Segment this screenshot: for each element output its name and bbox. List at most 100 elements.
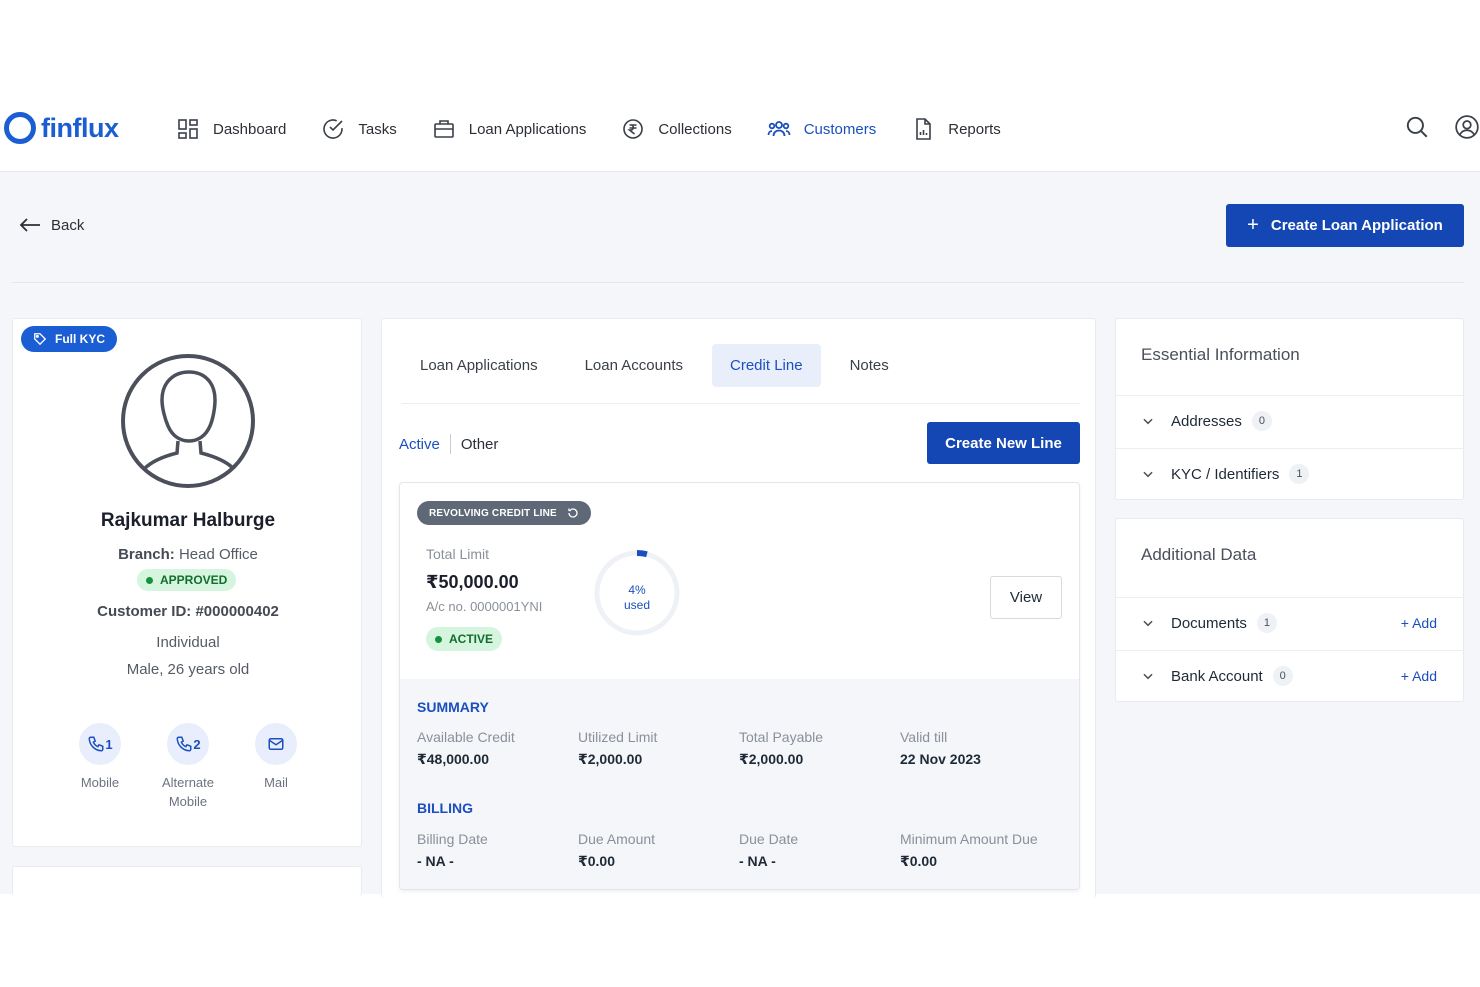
contact-mail-circle[interactable] <box>255 723 297 765</box>
nav-item-tasks[interactable]: Tasks <box>321 114 397 144</box>
phone-icon <box>176 736 192 752</box>
billing-due-amount: Due Amount ₹0.00 <box>578 831 655 870</box>
billing-title: BILLING <box>417 800 473 816</box>
cell-value: - NA - <box>417 853 454 869</box>
tag-icon <box>34 333 47 346</box>
create-new-line-button[interactable]: Create New Line <box>927 422 1080 464</box>
contact-mobile[interactable]: 1 Mobile <box>55 723 145 792</box>
create-loan-label: Create Loan Application <box>1270 217 1443 234</box>
account-icon[interactable] <box>1454 114 1480 140</box>
detail-tabs: Loan Applications Loan Accounts Credit L… <box>402 344 918 387</box>
cell-label: Total Payable <box>739 729 824 745</box>
report-icon <box>916 118 932 140</box>
accordion-bank-account[interactable]: Bank Account 0 <box>1141 666 1441 686</box>
nav-label: Reports <box>948 120 1001 138</box>
count-badge: 0 <box>1251 411 1272 431</box>
kyc-badge: Full KYC <box>21 326 117 352</box>
brand-logo[interactable]: finflux <box>4 110 119 146</box>
credit-line-type-badge: REVOLVING CREDIT LINE <box>417 501 591 525</box>
contact-mail[interactable]: Mail <box>231 723 321 792</box>
view-credit-line-button[interactable]: View <box>990 576 1062 619</box>
tab-credit-line[interactable]: Credit Line <box>712 344 821 387</box>
cell-label: Due Date <box>739 831 799 847</box>
count-badge: 1 <box>1256 613 1277 633</box>
contact-count: 1 <box>105 736 113 752</box>
tab-loan-accounts[interactable]: Loan Accounts <box>567 344 701 387</box>
summary-valid-till: Valid till 22 Nov 2023 <box>900 729 981 767</box>
cell-label: Utilized Limit <box>578 729 658 745</box>
filter-active[interactable]: Active <box>399 436 440 453</box>
contact-count: 2 <box>193 736 201 752</box>
status-dot-icon <box>146 576 153 584</box>
phone-icon <box>88 736 104 752</box>
total-limit-label: Total Limit <box>426 546 490 562</box>
nav-label: Collections <box>658 120 732 138</box>
nav-item-collections[interactable]: Collections <box>621 114 732 144</box>
kyc-badge-label: Full KYC <box>55 332 105 346</box>
add-document-link[interactable]: + Add <box>1401 615 1437 631</box>
nav-item-customers[interactable]: Customers <box>767 114 876 144</box>
chevron-down-icon <box>1143 418 1153 425</box>
main-nav: Dashboard Tasks Loan Applications Collec… <box>176 114 1036 144</box>
filter-other[interactable]: Other <box>461 436 499 453</box>
usage-percent: 4% <box>628 583 646 597</box>
cell-label: Valid till <box>900 729 948 745</box>
cell-label: Available Credit <box>417 729 515 745</box>
divider <box>1116 448 1465 449</box>
approved-badge: APPROVED <box>137 569 237 591</box>
back-button[interactable]: Back <box>18 215 84 235</box>
accordion-label: Documents <box>1171 614 1247 632</box>
search-icon[interactable] <box>1404 114 1430 140</box>
cell-value: ₹0.00 <box>900 853 937 869</box>
divider <box>1116 650 1465 651</box>
cell-value: ₹0.00 <box>578 853 615 869</box>
create-loan-application-button[interactable]: + Create Loan Application <box>1226 204 1464 247</box>
users-icon <box>767 121 791 137</box>
accordion-documents[interactable]: Documents 1 <box>1141 613 1441 633</box>
credit-line-card: REVOLVING CREDIT LINE Total Limit ₹50,00… <box>399 482 1080 890</box>
nav-label: Loan Applications <box>468 120 587 138</box>
usage-text: 4% used <box>593 583 681 613</box>
customer-type: Individual <box>156 634 220 651</box>
nav-item-reports[interactable]: Reports <box>911 114 1001 144</box>
back-label: Back <box>51 216 85 234</box>
count-badge: 0 <box>1272 666 1293 686</box>
cell-value: ₹48,000.00 <box>417 751 490 767</box>
credit-line-type-label: REVOLVING CREDIT LINE <box>429 507 557 519</box>
plus-icon: + <box>1247 214 1259 236</box>
status-dot-icon <box>435 635 442 643</box>
app-root: finflux Dashboard Tasks Loan Application… <box>0 0 1480 987</box>
cell-label: Due Amount <box>578 831 656 847</box>
tab-loan-applications[interactable]: Loan Applications <box>402 344 556 387</box>
contact-alternate-circle[interactable]: 2 <box>167 723 209 765</box>
add-bank-account-link[interactable]: + Add <box>1401 668 1437 684</box>
briefcase-icon <box>433 120 454 138</box>
cell-value: 22 Nov 2023 <box>900 751 981 767</box>
contact-mobile-circle[interactable]: 1 <box>79 723 121 765</box>
nav-item-dashboard[interactable]: Dashboard <box>176 114 286 144</box>
divider <box>1116 395 1465 396</box>
total-limit-value: ₹50,000.00 <box>426 572 519 592</box>
nav-item-loan-applications[interactable]: Loan Applications <box>432 114 587 144</box>
tab-notes[interactable]: Notes <box>832 344 907 387</box>
avatar <box>121 354 255 488</box>
arrow-left-icon <box>19 218 40 232</box>
logo-ring-icon <box>4 112 36 144</box>
account-number: A/c no. 0000001YNI <box>426 599 543 614</box>
accordion-kyc-identifiers[interactable]: KYC / Identifiers 1 <box>1141 464 1441 484</box>
billing-minimum-due: Minimum Amount Due ₹0.00 <box>900 831 1038 870</box>
contact-alternate-mobile[interactable]: 2 Alternate Mobile <box>143 723 233 811</box>
header-divider <box>12 282 1464 283</box>
nav-label: Tasks <box>358 120 397 138</box>
accordion-addresses[interactable]: Addresses 0 <box>1141 411 1441 431</box>
cell-value: ₹2,000.00 <box>739 751 804 767</box>
dashboard-icon <box>178 119 198 139</box>
accordion-label: Bank Account <box>1171 667 1263 685</box>
chevron-down-icon <box>1143 471 1153 478</box>
usage-label: used <box>623 598 651 612</box>
rupee-circle-icon <box>623 119 644 139</box>
contact-label: Mail <box>264 775 288 790</box>
branch-value: Head Office <box>178 546 258 563</box>
chevron-down-icon <box>1143 620 1153 627</box>
customer-name: Rajkumar Halburge <box>100 510 276 531</box>
